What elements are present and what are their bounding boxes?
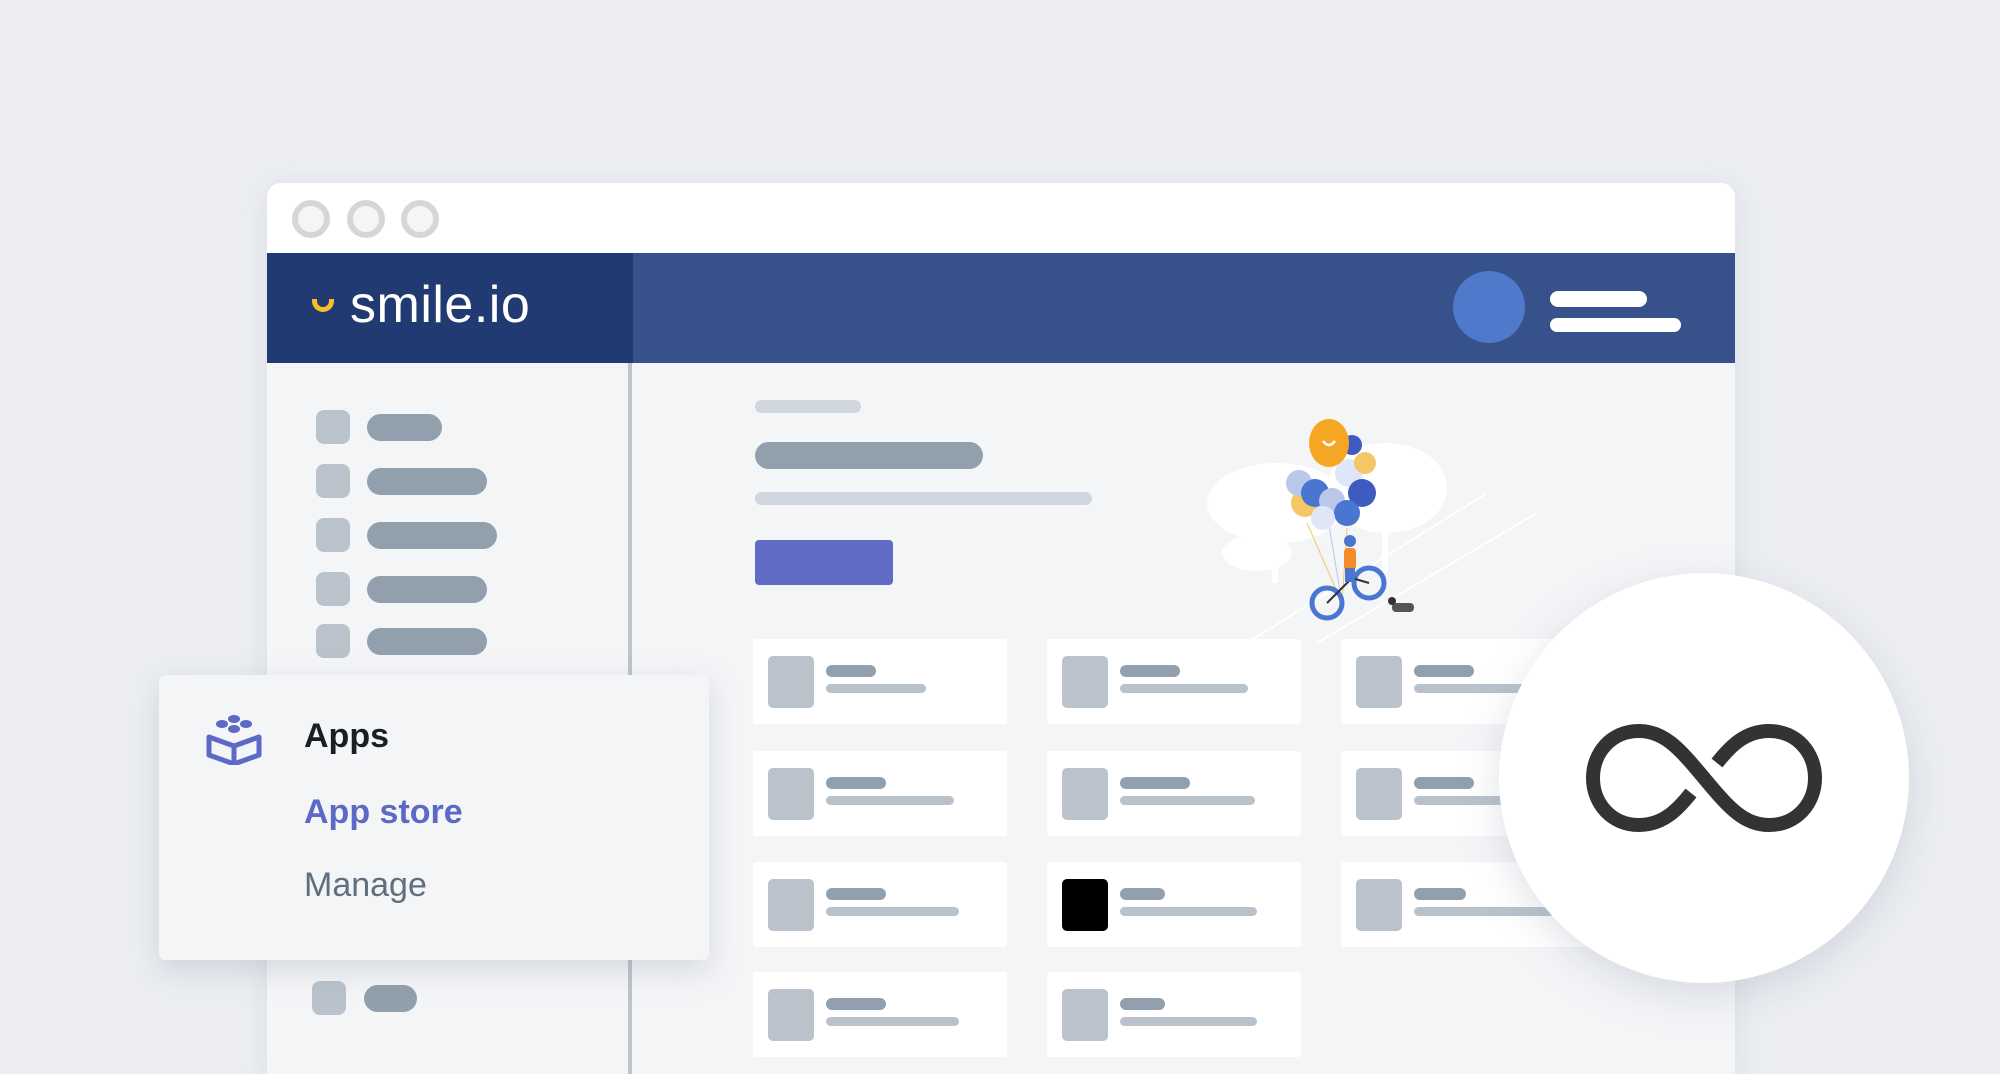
app-card[interactable] xyxy=(1047,639,1301,724)
app-card-title xyxy=(1120,665,1180,677)
placeholder-icon xyxy=(316,410,350,444)
app-card-title xyxy=(1414,888,1466,900)
tree-trunk xyxy=(1272,513,1278,583)
page-description xyxy=(755,492,1092,505)
sidebar-item-label xyxy=(367,522,497,549)
app-card[interactable] xyxy=(753,751,1007,836)
placeholder-icon xyxy=(316,624,350,658)
app-header: smile.io xyxy=(267,253,1735,363)
app-card[interactable] xyxy=(1047,862,1301,947)
app-card[interactable] xyxy=(753,639,1007,724)
user-detail-placeholder[interactable] xyxy=(1550,318,1681,332)
balloon-smile xyxy=(1309,419,1349,467)
app-card-title xyxy=(1414,665,1474,677)
window-maximize-button[interactable] xyxy=(401,200,439,238)
placeholder-icon xyxy=(312,981,346,1015)
app-card-thumbnail xyxy=(1062,656,1108,708)
breadcrumb xyxy=(755,400,861,413)
app-card-subtitle xyxy=(826,907,959,916)
app-card-thumbnail xyxy=(1356,879,1402,931)
page-title xyxy=(755,442,983,469)
brand-name: smile.io xyxy=(350,276,531,334)
sidebar-item-label xyxy=(367,468,487,495)
placeholder-icon xyxy=(316,518,350,552)
tree-shape xyxy=(1222,535,1292,571)
app-card-subtitle xyxy=(1120,796,1255,805)
app-card-subtitle xyxy=(1414,684,1534,693)
placeholder-icon xyxy=(316,572,350,606)
app-card[interactable] xyxy=(753,972,1007,1057)
app-card[interactable] xyxy=(753,862,1007,947)
placeholder-icon xyxy=(316,464,350,498)
brand-logo[interactable]: smile.io xyxy=(267,253,633,363)
sidebar-item-label xyxy=(367,414,442,441)
app-card-thumbnail xyxy=(1356,656,1402,708)
app-card-title xyxy=(1120,777,1190,789)
balloon xyxy=(1354,452,1376,474)
app-card-thumbnail xyxy=(1062,989,1108,1041)
user-name-placeholder[interactable] xyxy=(1550,291,1647,307)
app-card-title xyxy=(826,888,886,900)
tree-trunk xyxy=(1382,513,1388,573)
app-card-title xyxy=(826,665,876,677)
app-card[interactable] xyxy=(1047,972,1301,1057)
app-card-subtitle xyxy=(1120,684,1248,693)
balloon xyxy=(1311,506,1335,530)
balloons-bicycle-illustration xyxy=(1207,419,1538,643)
manage-link[interactable]: Manage xyxy=(304,866,427,905)
primary-action-button[interactable] xyxy=(755,540,893,585)
app-card-thumbnail xyxy=(1356,768,1402,820)
app-card-title xyxy=(826,777,886,789)
app-card-subtitle xyxy=(1414,907,1554,916)
window-titlebar xyxy=(267,183,1735,253)
app-card-thumbnail xyxy=(768,879,814,931)
sidebar-item-label xyxy=(367,576,487,603)
smile-icon xyxy=(312,299,334,312)
app-card-title xyxy=(1120,998,1165,1010)
apps-menu-popup: Apps App store Manage xyxy=(159,675,709,960)
window-minimize-button[interactable] xyxy=(347,200,385,238)
integration-badge xyxy=(1499,573,1909,983)
app-card-title xyxy=(1120,888,1165,900)
sidebar-item-label xyxy=(367,628,487,655)
sidebar-item-label xyxy=(364,985,417,1012)
app-card-thumbnail xyxy=(768,768,814,820)
apps-menu-title: Apps xyxy=(304,717,389,755)
balloon xyxy=(1334,500,1360,526)
cyclist xyxy=(1309,535,1387,621)
app-card-subtitle xyxy=(1120,1017,1257,1026)
app-card[interactable] xyxy=(1047,751,1301,836)
app-card-thumbnail xyxy=(768,656,814,708)
app-store-link[interactable]: App store xyxy=(304,793,463,832)
infinity-icon xyxy=(1585,723,1823,833)
app-card-subtitle xyxy=(826,684,926,693)
app-card-title xyxy=(1414,777,1474,789)
app-card-subtitle xyxy=(826,796,954,805)
dog xyxy=(1388,597,1414,612)
avatar[interactable] xyxy=(1453,271,1525,343)
app-card-subtitle xyxy=(826,1017,959,1026)
app-card-thumbnail xyxy=(1062,879,1108,931)
app-card-thumbnail xyxy=(1062,768,1108,820)
app-card-thumbnail xyxy=(768,989,814,1041)
apps-box-icon xyxy=(206,715,262,765)
window-close-button[interactable] xyxy=(292,200,330,238)
app-card-title xyxy=(826,998,886,1010)
app-card-subtitle xyxy=(1120,907,1257,916)
